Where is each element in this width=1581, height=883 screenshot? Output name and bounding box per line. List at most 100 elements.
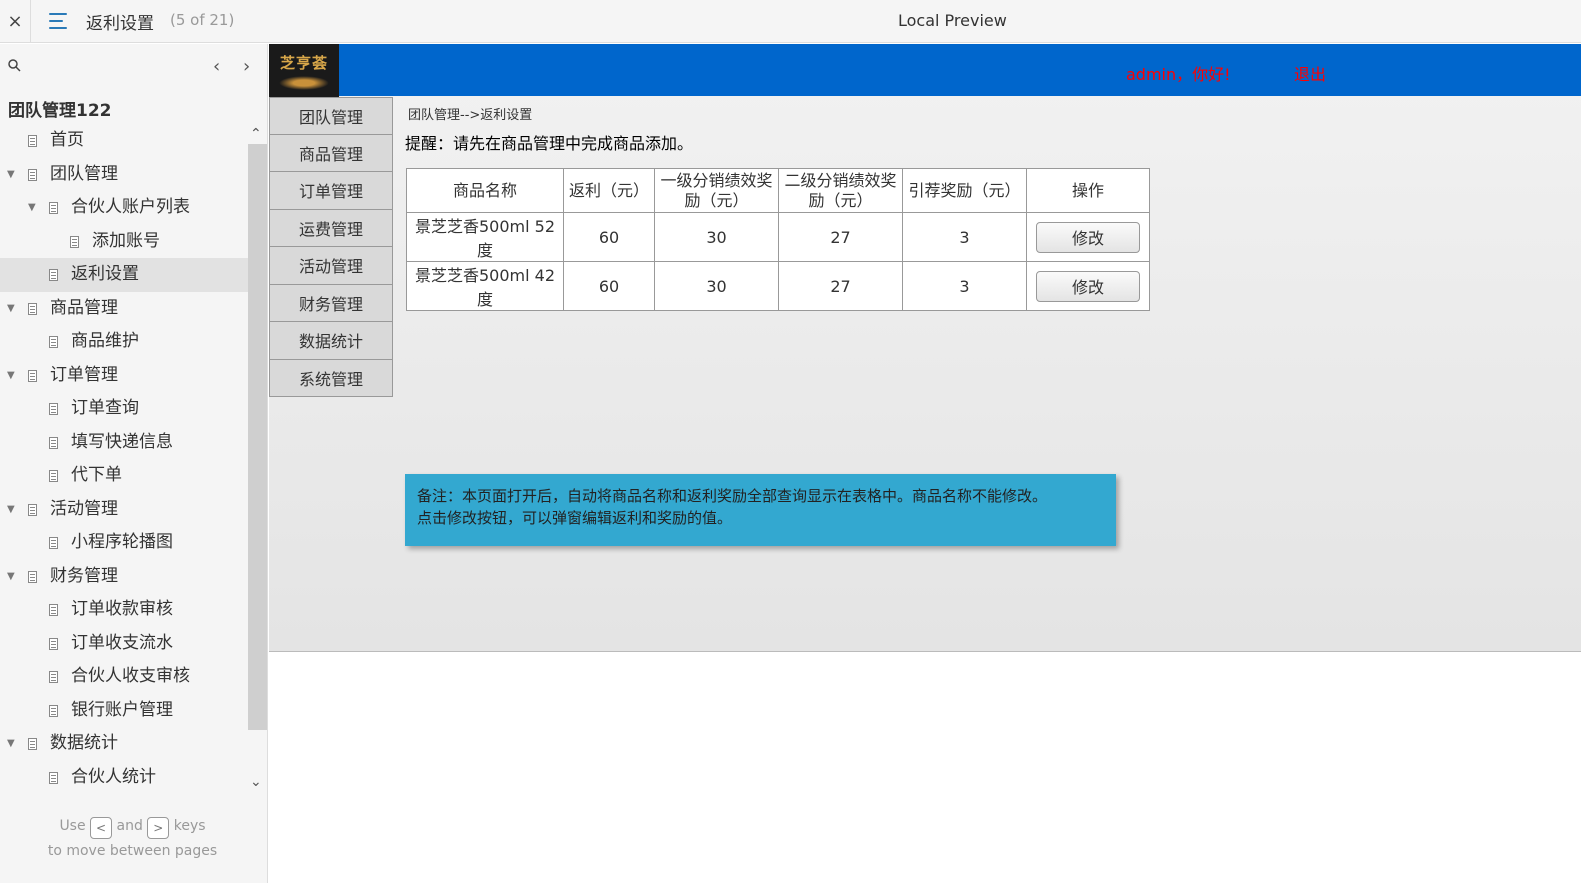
next-page-arrow-icon[interactable]: › xyxy=(243,56,250,77)
sidebar-item-label: 财务管理 xyxy=(50,565,118,586)
col-header-level2: 二级分销绩效奖励（元） xyxy=(778,168,903,213)
project-title: 团队管理122 xyxy=(8,101,112,121)
sidebar-item-label: 数据统计 xyxy=(50,733,118,753)
page-icon xyxy=(28,135,37,147)
sidebar-item-label: 团队管理 xyxy=(50,163,118,184)
sidebar-item[interactable]: ▼ 团队管理 xyxy=(0,158,248,192)
cell-rebate: 60 xyxy=(563,261,655,311)
table-row: 景芝芝香500ml 42度 60 30 27 3 修改 xyxy=(406,261,1150,311)
sidebar-item[interactable]: 填写快递信息 xyxy=(0,426,248,460)
expand-arrow-icon[interactable]: ▼ xyxy=(7,292,15,326)
page-icon xyxy=(28,302,37,315)
sidebar-item-label: 合伙人收支审核 xyxy=(71,666,190,686)
sidebar-item[interactable]: 银行账户管理 xyxy=(0,694,248,728)
nav-button[interactable]: 团队管理 xyxy=(269,97,393,135)
sidebar-item[interactable]: 商品维护 xyxy=(0,325,248,359)
page-tree: 首页 ▼ 团队管理 ▼ 合伙人账户列表 添加账号 返利设置 ▼ 商品管理 商品维护 ▼ 订单管理 订单查… xyxy=(0,124,248,790)
sidebar-item[interactable]: 订单查询 xyxy=(0,392,248,426)
breadcrumb: 团队管理-->返利设置 xyxy=(408,108,533,123)
sidebar-item-label: 合伙人统计 xyxy=(71,766,156,787)
sidebar-item-label: 商品管理 xyxy=(50,297,118,318)
sidebar-item[interactable]: 添加账号 xyxy=(0,225,248,259)
col-header-level1: 一级分销绩效奖励（元） xyxy=(654,168,779,213)
edit-button[interactable]: 修改 xyxy=(1036,221,1140,253)
close-icon: × xyxy=(7,11,23,32)
sidebar-item[interactable]: 订单收款审核 xyxy=(0,593,248,627)
sidebar-item-label: 合伙人账户列表 xyxy=(71,197,190,217)
expand-arrow-icon[interactable]: ▼ xyxy=(7,727,15,761)
page-icon xyxy=(49,771,58,784)
scroll-up-icon[interactable]: ⌃ xyxy=(250,126,262,142)
page-icon xyxy=(49,637,58,650)
menu-icon[interactable] xyxy=(46,10,70,32)
close-button[interactable]: × xyxy=(0,0,31,43)
keys-hint: Use < and > keys to move between pages xyxy=(0,814,265,863)
page-icon xyxy=(49,336,58,348)
sidebar-item[interactable]: ▼ 商品管理 xyxy=(0,292,248,326)
next-key-icon: > xyxy=(147,817,170,839)
logo-text: 芝亨荟 xyxy=(279,53,328,72)
logout-link[interactable]: 退出 xyxy=(1294,61,1326,85)
nav-button[interactable]: 运费管理 xyxy=(269,209,393,247)
sidebar-item[interactable]: ▼ 活动管理 xyxy=(0,493,248,527)
top-bar: × 返利设置 (5 of 21) Local Preview xyxy=(0,0,1581,43)
logo: 芝亨荟 xyxy=(269,44,339,97)
sidebar-item[interactable]: 订单收支流水 xyxy=(0,627,248,661)
sidebar-item-label: 添加账号 xyxy=(92,230,160,251)
sidebar-item[interactable]: ▼ 数据统计 xyxy=(0,727,248,761)
nav-button[interactable]: 订单管理 xyxy=(269,172,393,210)
page-icon xyxy=(49,202,58,214)
sidebar-item[interactable]: 合伙人统计 xyxy=(0,761,248,791)
hint-use: Use xyxy=(59,818,86,834)
sidebar-item-label: 首页 xyxy=(50,130,84,150)
nav-button[interactable]: 财务管理 xyxy=(269,284,393,322)
search-icon[interactable] xyxy=(8,59,21,72)
prev-key-icon: < xyxy=(90,817,113,839)
sidebar-item[interactable]: 返利设置 xyxy=(0,258,248,292)
page-title: 返利设置 xyxy=(86,14,154,34)
nav-button[interactable]: 数据统计 xyxy=(269,322,393,360)
nav-button[interactable]: 活动管理 xyxy=(269,247,393,285)
sidebar-item-label: 活动管理 xyxy=(50,498,118,519)
note-line-1: 备注：本页面打开后，自动将商品名称和返利奖励全部查询显示在表格中。商品名称不能修… xyxy=(417,487,1048,505)
rebate-table: 商品名称 返利（元） 一级分销绩效奖励（元） 二级分销绩效奖励（元） 引荐奖励（… xyxy=(406,168,1150,311)
cell-product-name: 景芝芝香500ml 42度 xyxy=(406,261,564,311)
expand-arrow-icon[interactable]: ▼ xyxy=(7,359,15,393)
sidebar-item-label: 订单查询 xyxy=(71,398,139,418)
nav-button[interactable]: 系统管理 xyxy=(269,359,393,397)
app-preview: 芝亨荟 admin，你好! 退出 团队管理 商品管理 订单管理 运费管理 活动管理 财务管… xyxy=(269,44,1581,652)
scroll-down-icon[interactable]: ⌄ xyxy=(250,774,262,790)
expand-arrow-icon[interactable]: ▼ xyxy=(7,158,15,192)
hint-line2: to move between pages xyxy=(47,843,218,859)
logo-ornament-icon xyxy=(279,75,329,90)
expand-arrow-icon[interactable]: ▼ xyxy=(28,191,36,225)
page-icon xyxy=(28,738,37,750)
col-header-referral: 引荐奖励（元） xyxy=(902,168,1027,213)
sidebar-item-label: 代下单 xyxy=(71,465,122,485)
prev-page-arrow-icon[interactable]: ‹ xyxy=(213,56,220,77)
edit-button[interactable]: 修改 xyxy=(1036,270,1140,302)
page-icon xyxy=(28,503,37,516)
sidebar-item[interactable]: ▼ 订单管理 xyxy=(0,359,248,393)
cell-rebate: 60 xyxy=(563,212,655,262)
sidebar-item[interactable]: 小程序轮播图 xyxy=(0,526,248,560)
sidebar-item-label: 银行账户管理 xyxy=(71,699,173,720)
nav-button[interactable]: 商品管理 xyxy=(269,134,393,172)
cell-referral: 3 xyxy=(902,261,1027,311)
expand-arrow-icon[interactable]: ▼ xyxy=(7,493,15,527)
col-header-rebate: 返利（元） xyxy=(563,168,655,213)
sidebar-item[interactable]: 合伙人收支审核 xyxy=(0,660,248,694)
page-icon xyxy=(49,470,58,482)
sidebar-item[interactable]: ▼ 财务管理 xyxy=(0,560,248,594)
cell-product-name: 景芝芝香500ml 52度 xyxy=(406,212,564,262)
expand-arrow-icon[interactable]: ▼ xyxy=(7,560,15,594)
table-row: 景芝芝香500ml 52度 60 30 27 3 修改 xyxy=(406,212,1150,262)
sidebar-item[interactable]: 代下单 xyxy=(0,459,248,493)
page-icon xyxy=(28,570,37,583)
sidebar-item[interactable]: ▼ 合伙人账户列表 xyxy=(0,191,248,225)
cell-referral: 3 xyxy=(902,212,1027,262)
sidebar-scrollbar[interactable] xyxy=(248,144,267,730)
app-header: 芝亨荟 admin，你好! 退出 xyxy=(269,44,1581,97)
cell-action: 修改 xyxy=(1026,212,1150,262)
sidebar-item[interactable]: 首页 xyxy=(0,124,248,158)
